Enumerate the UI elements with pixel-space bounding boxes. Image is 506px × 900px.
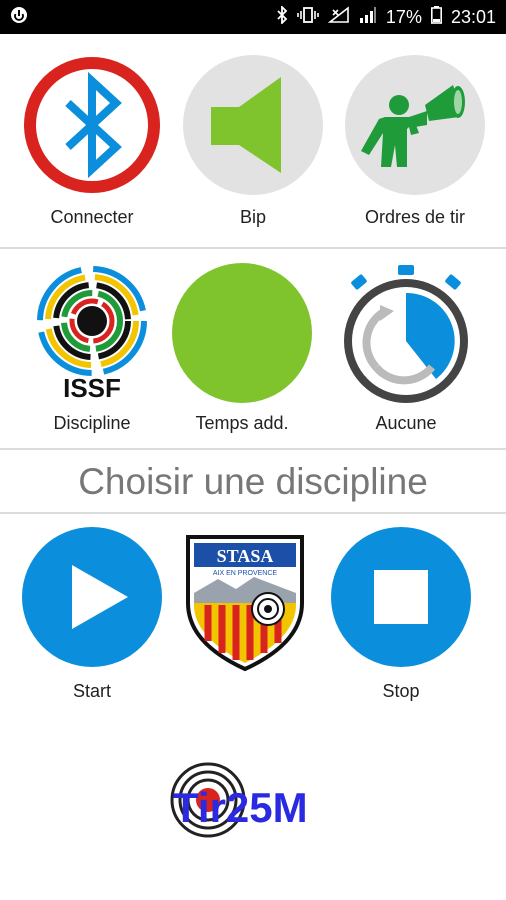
divider — [0, 448, 506, 450]
stop-label: Stop — [382, 681, 420, 701]
firing-orders-label: Ordres de tir — [364, 207, 466, 227]
stop-icon — [331, 527, 471, 667]
issf-text: ISSF — [63, 373, 121, 403]
stopwatch-icon — [344, 265, 468, 403]
app-logo: Tir25M — [165, 760, 345, 840]
club-logo-subtext: AIX EN PROVENCE — [213, 570, 278, 577]
discipline-button[interactable]: ISSF Discipline — [22, 263, 162, 433]
megaphone-person-icon — [345, 55, 485, 195]
vibrate-icon — [297, 6, 319, 29]
battery-percent: 17% — [385, 6, 422, 27]
bluetooth-icon — [24, 57, 160, 193]
divider — [0, 247, 506, 249]
choose-discipline-prompt[interactable]: Choisir une discipline — [0, 452, 506, 512]
issf-target-icon: ISSF — [37, 266, 147, 403]
speaker-icon — [183, 55, 323, 195]
green-circle-icon — [172, 263, 312, 403]
firing-orders-button[interactable]: Ordres de tir — [345, 55, 485, 227]
divider — [0, 512, 506, 514]
start-label: Start — [72, 681, 111, 701]
app-logo-text: Tir25M — [173, 784, 308, 831]
signal-bars-icon — [359, 6, 377, 29]
clock: 23:01 — [450, 6, 496, 27]
signal-x-icon — [327, 5, 350, 29]
extra-time-button[interactable]: Temps add. — [172, 263, 312, 433]
play-icon — [22, 527, 162, 667]
battery-icon — [430, 5, 442, 29]
status-bar: 17% 23:01 — [0, 0, 506, 34]
club-logo: STASA AIX EN PROVENCE — [184, 533, 306, 673]
bluetooth-icon — [276, 4, 288, 29]
bip-button[interactable]: Bip — [183, 55, 323, 227]
club-logo-text: STASA — [217, 546, 274, 566]
stop-button[interactable]: Stop — [331, 527, 471, 701]
timer-button[interactable]: Aucune — [336, 263, 476, 433]
start-button[interactable]: Start — [22, 527, 162, 701]
app-notification-icon — [10, 6, 28, 29]
timer-label: Aucune — [375, 413, 437, 433]
connect-button[interactable]: Connecter — [22, 55, 162, 227]
